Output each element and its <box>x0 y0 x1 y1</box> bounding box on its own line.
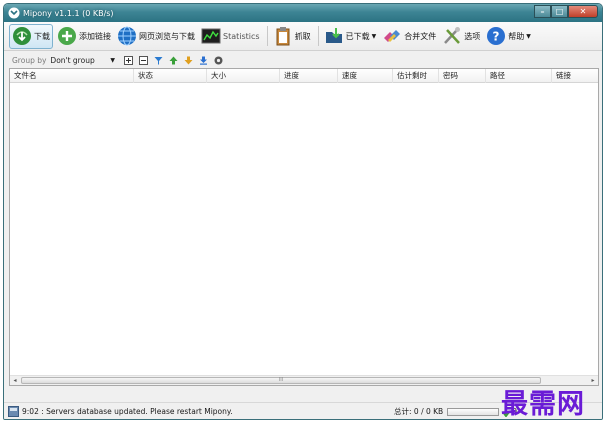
scrollbar-thumb[interactable]: III <box>21 377 541 384</box>
list-header: 文件名 状态 大小 进度 速度 估计剩时 密码 路径 链接 <box>10 69 598 83</box>
column-header-status[interactable]: 状态 <box>134 69 207 83</box>
options-tools-icon <box>444 27 461 44</box>
chevron-down-icon: ▼ <box>526 32 531 40</box>
minimize-button[interactable]: – <box>534 5 551 18</box>
close-button[interactable]: ✕ <box>568 5 598 18</box>
group-by-bar: Group by Don't group ▼ <box>4 52 602 68</box>
join-files-icon <box>384 30 401 42</box>
help-button[interactable]: ? 帮助 ▼ <box>484 24 533 49</box>
add-link-icon <box>58 27 76 45</box>
column-header-link[interactable]: 链接 <box>552 69 598 83</box>
status-message: 9:02 : Servers database updated. Please … <box>22 407 233 416</box>
total-size: 总计: 0 / 0 KB <box>394 407 444 416</box>
options-button[interactable]: 选项 <box>440 24 482 49</box>
svg-text:?: ? <box>493 30 500 44</box>
horizontal-scrollbar[interactable]: ◂ III ▸ <box>10 375 598 385</box>
statistics-icon <box>201 28 221 44</box>
help-label: 帮助 <box>508 31 525 41</box>
watermark-logo: 最需网 <box>501 389 585 420</box>
web-browser-button[interactable]: 网页浏览与下载 <box>115 24 197 49</box>
column-header-size[interactable]: 大小 <box>207 69 280 83</box>
expand-all-icon[interactable] <box>124 55 134 65</box>
mipony-app-icon <box>8 7 20 19</box>
settings-icon[interactable] <box>214 56 223 65</box>
window-title: Mipony v1.1.1 (0 KB/s) <box>23 8 114 18</box>
title-bar[interactable]: Mipony v1.1.1 (0 KB/s) – □ ✕ <box>4 4 602 22</box>
grab-label: 抓取 <box>294 31 311 41</box>
chevron-down-icon: ▼ <box>371 32 377 40</box>
column-header-path[interactable]: 路径 <box>486 69 552 83</box>
main-toolbar: 下载 添加链接 网页浏览与下载 Statistics 抓取 已下载 ▼ 合并文件… <box>4 22 602 51</box>
scroll-right-icon[interactable]: ▸ <box>588 376 598 386</box>
download-label: 下载 <box>34 31 50 41</box>
join-files-button[interactable]: 合并文件 <box>380 24 438 49</box>
join-files-label: 合并文件 <box>404 31 437 41</box>
scroll-left-icon[interactable]: ◂ <box>10 376 20 386</box>
grab-button[interactable]: 抓取 <box>271 24 313 49</box>
downloaded-button[interactable]: 已下载 ▼ <box>322 24 379 49</box>
clipboard-icon <box>276 27 290 46</box>
group-by-label: Group by <box>12 55 47 65</box>
column-header-eta[interactable]: 估计剩时 <box>393 69 439 83</box>
toolbar-separator <box>317 26 319 46</box>
move-bottom-icon[interactable] <box>199 56 208 65</box>
collapse-all-icon[interactable] <box>139 55 149 65</box>
column-header-speed[interactable]: 速度 <box>338 69 393 83</box>
add-link-label: 添加链接 <box>79 31 111 41</box>
group-by-select[interactable]: Don't group <box>50 56 110 65</box>
options-label: 选项 <box>464 31 481 41</box>
column-header-password[interactable]: 密码 <box>439 69 486 83</box>
help-icon: ? <box>487 27 506 45</box>
window-controls: – □ ✕ <box>534 5 598 18</box>
chevron-down-icon[interactable]: ▼ <box>110 57 115 64</box>
column-header-progress[interactable]: 进度 <box>280 69 338 83</box>
filter-icon[interactable] <box>154 56 163 65</box>
mipony-window: Mipony v1.1.1 (0 KB/s) – □ ✕ 下载 添加链接 网页浏… <box>3 3 603 420</box>
column-header-filename[interactable]: 文件名 <box>10 69 134 83</box>
download-globe-icon <box>13 27 31 45</box>
downloaded-folder-icon <box>325 28 342 43</box>
total-progress-bar <box>447 407 500 416</box>
statistics-button[interactable]: Statistics <box>199 24 262 49</box>
maximize-button[interactable]: □ <box>551 5 568 18</box>
toolbar-separator <box>266 26 268 46</box>
web-browser-label: 网页浏览与下载 <box>139 31 195 41</box>
move-up-icon[interactable] <box>169 56 178 65</box>
add-link-button[interactable]: 添加链接 <box>55 24 113 49</box>
download-button[interactable]: 下载 <box>9 23 53 49</box>
download-list[interactable]: 文件名 状态 大小 进度 速度 估计剩时 密码 路径 链接 ◂ III ▸ <box>9 68 599 386</box>
statistics-label: Statistics <box>223 31 260 41</box>
downloaded-label: 已下载 <box>345 31 370 41</box>
move-down-icon[interactable] <box>184 56 193 65</box>
web-browser-icon <box>118 26 136 46</box>
database-icon <box>8 406 19 417</box>
